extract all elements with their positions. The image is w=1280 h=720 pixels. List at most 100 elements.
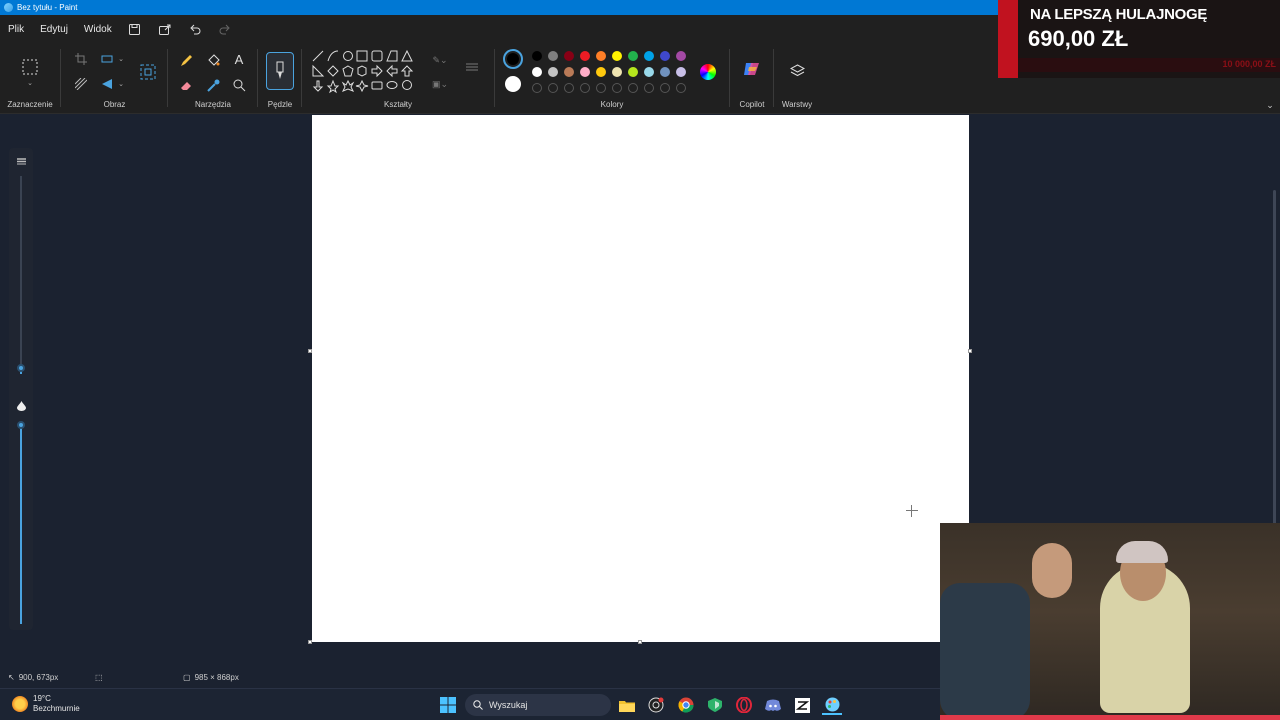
opacity-slider-handle[interactable] (17, 421, 25, 429)
drawing-canvas[interactable] (312, 115, 969, 642)
size-slider-handle[interactable] (17, 364, 25, 372)
secondary-color-swatch[interactable] (505, 76, 521, 92)
color-swatch[interactable] (596, 51, 606, 61)
custom-color-slot[interactable] (548, 83, 558, 93)
save-icon[interactable] (120, 15, 150, 43)
copilot-icon[interactable] (741, 60, 763, 78)
canvas-size: 985 × 868px (194, 672, 239, 682)
brush-icon[interactable] (266, 52, 294, 90)
canvas-resize-handle[interactable] (638, 640, 642, 644)
menu-view[interactable]: Widok (76, 24, 120, 35)
pencil-icon[interactable] (178, 52, 194, 68)
taskbar-search[interactable]: Wyszukaj (465, 694, 611, 716)
color-swatch[interactable] (564, 67, 574, 77)
outline-icon[interactable]: ✎⌄ (429, 53, 451, 67)
color-swatch[interactable] (676, 67, 686, 77)
file-explorer-icon[interactable] (617, 695, 637, 715)
color-swatch[interactable] (660, 51, 670, 61)
magnifier-icon[interactable] (231, 77, 247, 93)
redo-icon[interactable] (210, 15, 240, 43)
size-slider-track[interactable] (20, 176, 22, 366)
canvas-resize-handle[interactable] (308, 349, 312, 353)
share-icon[interactable] (150, 15, 180, 43)
custom-color-slot[interactable] (628, 83, 638, 93)
color-swatch[interactable] (580, 67, 590, 77)
menu-file[interactable]: Plik (0, 24, 32, 35)
group-selection: ⌄ Zaznaczenie (0, 43, 60, 114)
paint-taskbar-icon[interactable] (822, 695, 842, 715)
custom-color-slot[interactable] (532, 83, 542, 93)
color-swatch[interactable] (628, 51, 638, 61)
flip-icon[interactable] (100, 77, 114, 91)
size-icon (16, 157, 26, 165)
custom-color-slot[interactable] (596, 83, 606, 93)
crop-icon[interactable] (74, 52, 88, 66)
browser-icon[interactable] (705, 695, 725, 715)
group-copilot: Copilot (731, 43, 773, 114)
fill-icon[interactable]: ▣⌄ (429, 77, 451, 91)
discord-icon[interactable] (763, 695, 783, 715)
webcam-person-cap (1116, 541, 1168, 563)
capcut-icon[interactable] (792, 695, 812, 715)
divider (494, 49, 495, 107)
divider (167, 49, 168, 107)
custom-color-slot[interactable] (580, 83, 590, 93)
resize-icon[interactable] (100, 52, 114, 66)
line-width-icon[interactable] (463, 60, 481, 74)
primary-color-swatch[interactable] (503, 49, 523, 69)
brush-settings-panel (9, 148, 33, 630)
color-swatch[interactable] (548, 67, 558, 77)
custom-color-slot[interactable] (612, 83, 622, 93)
custom-color-slot[interactable] (660, 83, 670, 93)
color-swatch[interactable] (564, 51, 574, 61)
image-select-icon[interactable] (139, 63, 157, 81)
color-swatch[interactable] (612, 67, 622, 77)
opacity-slider-fill[interactable] (20, 424, 22, 624)
custom-color-slot[interactable] (644, 83, 654, 93)
color-swatch[interactable] (660, 67, 670, 77)
group-label-brushes: Pędzle (267, 100, 293, 109)
color-swatch[interactable] (644, 67, 654, 77)
color-picker-icon[interactable] (205, 77, 221, 93)
chevron-down-icon[interactable]: ⌄ (116, 52, 126, 66)
canvas-resize-handle[interactable] (308, 640, 312, 644)
color-swatch[interactable] (532, 51, 542, 61)
fill-bucket-icon[interactable] (205, 52, 221, 68)
canvas-resize-handle[interactable] (968, 349, 972, 353)
chrome-icon[interactable] (676, 695, 696, 715)
edit-colors-icon[interactable] (700, 64, 716, 80)
layers-icon[interactable] (787, 62, 807, 80)
group-brushes: Pędzle (259, 43, 301, 114)
chevron-down-icon[interactable]: ⌄ (116, 77, 126, 91)
text-icon[interactable]: A (231, 51, 247, 67)
group-label-layers: Warstwy (781, 100, 813, 109)
ribbon-collapse-chevron-icon[interactable]: ⌄ (1263, 99, 1277, 111)
color-swatch[interactable] (548, 51, 558, 61)
chevron-down-icon[interactable]: ⌄ (25, 79, 35, 87)
eraser-icon[interactable] (178, 77, 194, 93)
obs-icon[interactable] (646, 695, 666, 715)
custom-color-slot[interactable] (564, 83, 574, 93)
color-swatch[interactable] (612, 51, 622, 61)
background-remove-icon[interactable] (74, 77, 88, 91)
divider (301, 49, 302, 107)
color-swatch[interactable] (532, 67, 542, 77)
opacity-icon (16, 401, 26, 411)
menu-edit[interactable]: Edytuj (32, 24, 76, 35)
weather-widget[interactable]: 19°C Bezchmurnie (12, 694, 80, 714)
color-swatch[interactable] (596, 67, 606, 77)
undo-icon[interactable] (180, 15, 210, 43)
goal-target-amount: 10 000,00 ZŁ (1222, 59, 1276, 69)
color-swatch[interactable] (676, 51, 686, 61)
group-label-colors: Kolory (600, 100, 624, 109)
shapes-gallery[interactable] (311, 49, 421, 99)
start-windows-icon[interactable] (438, 695, 458, 715)
custom-color-slot[interactable] (676, 83, 686, 93)
selection-icon[interactable] (20, 57, 40, 77)
color-swatch[interactable] (580, 51, 590, 61)
search-placeholder: Wyszukaj (489, 700, 528, 710)
opera-icon[interactable] (734, 695, 754, 715)
color-swatch[interactable] (628, 67, 638, 77)
color-swatch[interactable] (644, 51, 654, 61)
divider (60, 49, 61, 107)
